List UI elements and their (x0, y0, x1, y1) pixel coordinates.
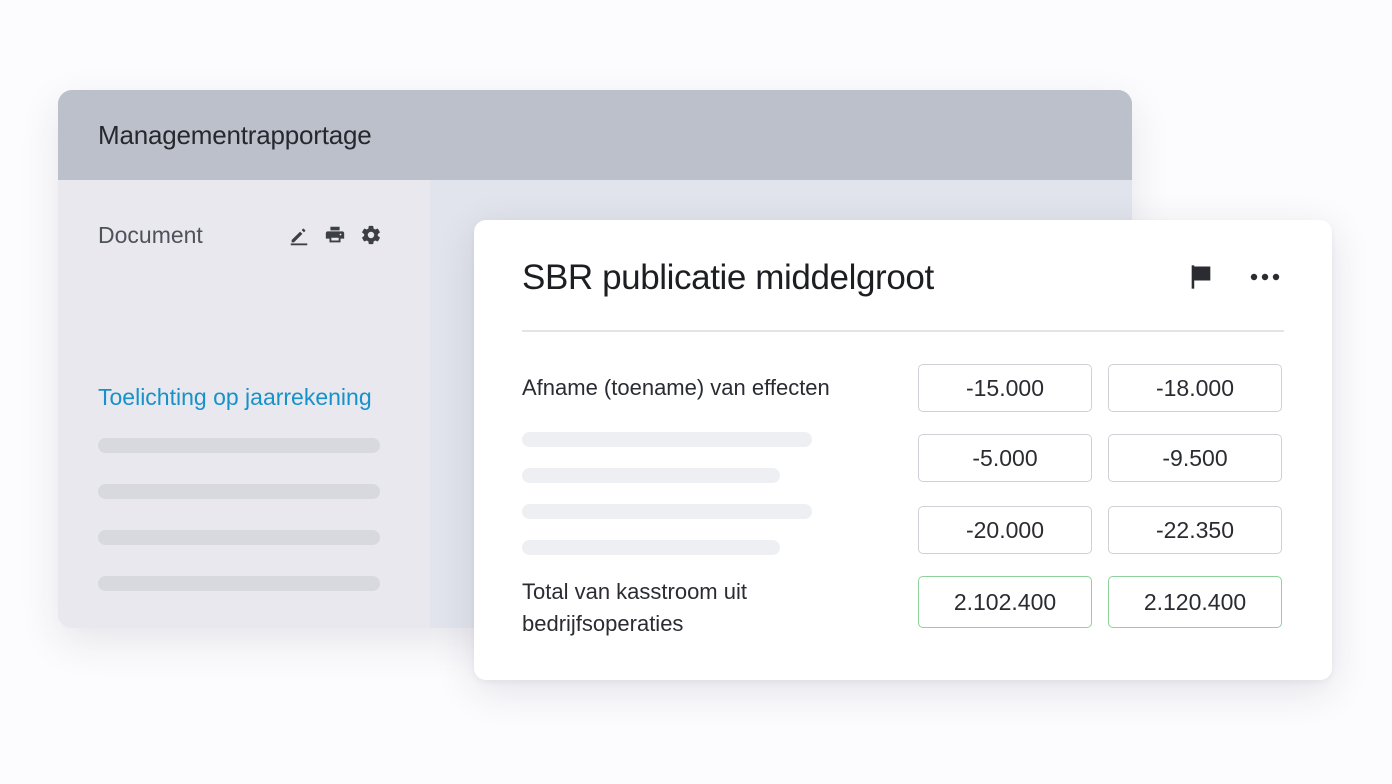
value-field[interactable]: -18.000 (1108, 364, 1282, 412)
text-placeholder-line (522, 540, 780, 555)
value-field[interactable]: -15.000 (918, 364, 1092, 412)
sbr-publication-card: SBR publicatie middelgroot Afname (toena… (474, 220, 1332, 680)
value-field[interactable]: -9.500 (1108, 434, 1282, 482)
sidebar-placeholder-line (98, 438, 380, 453)
row-label-effecten: Afname (toename) van effecten (522, 375, 830, 400)
sidebar-placeholder-line (98, 576, 380, 591)
text-placeholder-line (522, 432, 812, 447)
document-toolbar (288, 224, 382, 246)
total-value-field[interactable]: 2.102.400 (918, 576, 1092, 628)
document-row: Document (98, 220, 382, 250)
total-label-line1: Total van kasstroom uit (522, 579, 747, 604)
print-icon[interactable] (324, 224, 346, 246)
sidebar-link-toelichting[interactable]: Toelichting op jaarrekening (98, 384, 372, 411)
value-field[interactable]: -20.000 (918, 506, 1092, 554)
text-placeholder-line (522, 504, 812, 519)
card-title: SBR publicatie middelgroot (522, 258, 934, 297)
sidebar-placeholder-line (98, 484, 380, 499)
window-header: Managementrapportage (58, 90, 1132, 180)
flag-icon[interactable] (1184, 260, 1218, 294)
value-field[interactable]: -22.350 (1108, 506, 1282, 554)
value-field[interactable]: -5.000 (918, 434, 1092, 482)
card-divider (522, 330, 1284, 332)
card-actions (1184, 260, 1282, 294)
document-sidebar: Document Toelichting op jaarrekening (58, 180, 430, 628)
document-heading: Document (98, 221, 203, 248)
total-value-field[interactable]: 2.120.400 (1108, 576, 1282, 628)
more-icon[interactable] (1248, 260, 1282, 294)
sidebar-placeholder-line (98, 530, 380, 545)
settings-icon[interactable] (360, 224, 382, 246)
total-label-line2: bedrijfsoperaties (522, 611, 684, 636)
edit-icon[interactable] (288, 224, 310, 246)
window-title: Managementrapportage (98, 119, 372, 150)
text-placeholder-line (522, 468, 780, 483)
